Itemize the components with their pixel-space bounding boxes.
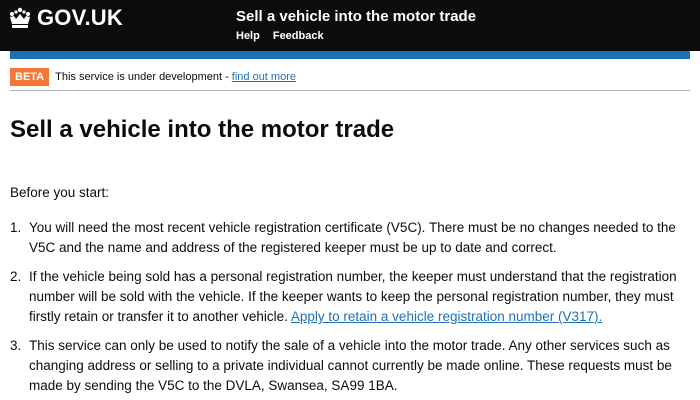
phase-banner: BETA This service is under development -… [10, 66, 690, 88]
site-header: GOV.UK Sell a vehicle into the motor tra… [0, 0, 700, 51]
list-item: 1. You will need the most recent vehicle… [10, 218, 692, 258]
step-number: 3. [10, 338, 22, 353]
header-accent-bar [10, 51, 690, 59]
crown-icon [10, 7, 30, 28]
step-body: You will need the most recent vehicle re… [29, 220, 676, 255]
intro-text: Before you start: [10, 185, 110, 200]
steps-list: 1. You will need the most recent vehicle… [10, 218, 692, 400]
step-text: You will need the most recent vehicle re… [29, 218, 692, 258]
find-out-more-link[interactable]: find out more [232, 70, 296, 84]
nav-feedback-link[interactable]: Feedback [273, 29, 324, 43]
apply-retain-registration-link[interactable]: Apply to retain a vehicle registration n… [291, 309, 602, 324]
step-number: 1. [10, 220, 22, 235]
header-navigation: Help Feedback [236, 29, 324, 43]
beta-tag: BETA [10, 68, 50, 86]
list-item: 3. This service can only be used to noti… [10, 336, 692, 396]
service-name-link[interactable]: Sell a vehicle into the motor trade [236, 8, 476, 26]
step-number: 2. [10, 269, 22, 284]
logo-text: GOV.UK [37, 5, 123, 30]
step-body: This service can only be used to notify … [29, 338, 672, 393]
nav-help-link[interactable]: Help [236, 29, 260, 43]
phase-banner-text: This service is under development - [55, 71, 229, 83]
step-text: If the vehicle being sold has a personal… [29, 267, 692, 327]
govuk-logo-link[interactable]: GOV.UK [8, 6, 123, 30]
list-item: 2. If the vehicle being sold has a perso… [10, 267, 692, 327]
phase-banner-divider [10, 90, 690, 91]
page-title: Sell a vehicle into the motor trade [10, 116, 395, 143]
step-text: This service can only be used to notify … [29, 336, 692, 396]
